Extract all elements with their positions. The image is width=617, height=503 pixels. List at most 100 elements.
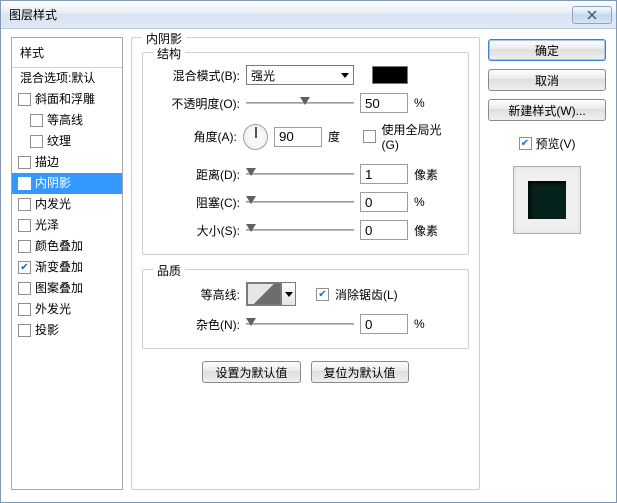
choke-unit: %: [414, 195, 444, 209]
noise-input[interactable]: [360, 314, 408, 334]
sidebar-item-label: 等高线: [47, 113, 83, 128]
choke-input[interactable]: [360, 192, 408, 212]
noise-row: 杂色(N): %: [155, 314, 456, 334]
sidebar-item-checkbox[interactable]: [18, 93, 31, 106]
sidebar-item-label: 内发光: [35, 197, 71, 212]
sidebar-item[interactable]: 内阴影: [12, 173, 122, 194]
sidebar-item-checkbox[interactable]: [18, 261, 31, 274]
preview-label: 预览(V): [536, 135, 576, 152]
preview-checkbox[interactable]: [519, 137, 532, 150]
noise-unit: %: [414, 317, 444, 331]
sidebar-item-checkbox[interactable]: [18, 177, 31, 190]
sidebar-item-label: 纹理: [47, 134, 71, 149]
sidebar-item-label: 图案叠加: [35, 281, 83, 296]
antialias-label: 消除锯齿(L): [335, 286, 398, 303]
sidebar-item-checkbox[interactable]: [30, 114, 43, 127]
sidebar-item[interactable]: 颜色叠加: [12, 236, 122, 257]
new-style-button[interactable]: 新建样式(W)...: [488, 99, 606, 121]
sidebar-item-checkbox[interactable]: [18, 156, 31, 169]
center-panel: 内阴影 结构 混合模式(B): 强光 不透明度(O):: [131, 37, 480, 490]
sidebar-item-checkbox[interactable]: [18, 303, 31, 316]
opacity-label: 不透明度(O):: [155, 95, 240, 112]
quality-group: 品质 等高线: 消除锯齿(L) 杂色(N):: [142, 269, 469, 349]
sidebar-item-label: 投影: [35, 323, 59, 338]
effect-group: 内阴影 结构 混合模式(B): 强光 不透明度(O):: [131, 37, 480, 490]
chevron-down-icon: [341, 73, 349, 78]
choke-label: 阻塞(C):: [155, 194, 240, 211]
sidebar-item-label: 内阴影: [35, 176, 71, 191]
global-light-checkbox[interactable]: [363, 130, 376, 143]
contour-row: 等高线: 消除锯齿(L): [155, 282, 456, 306]
sidebar-item[interactable]: 纹理: [12, 131, 122, 152]
structure-group: 结构 混合模式(B): 强光 不透明度(O):: [142, 52, 469, 255]
blend-mode-combo[interactable]: 强光: [246, 65, 354, 85]
sidebar-item-checkbox[interactable]: [18, 240, 31, 253]
size-unit: 像素: [414, 222, 444, 239]
sidebar-item[interactable]: 投影: [12, 320, 122, 341]
close-button[interactable]: [572, 6, 612, 24]
sidebar-item-checkbox[interactable]: [18, 324, 31, 337]
sidebar-item[interactable]: 外发光: [12, 299, 122, 320]
sidebar-item[interactable]: 内发光: [12, 194, 122, 215]
opacity-unit: %: [414, 96, 444, 110]
sidebar-item[interactable]: 图案叠加: [12, 278, 122, 299]
defaults-row: 设置为默认值 复位为默认值: [142, 361, 469, 383]
sidebar-item[interactable]: 光泽: [12, 215, 122, 236]
noise-slider[interactable]: [246, 315, 354, 333]
angle-input[interactable]: [274, 127, 322, 147]
global-light-label: 使用全局光(G): [382, 121, 457, 152]
close-icon: [586, 10, 598, 20]
distance-row: 距离(D): 像素: [155, 164, 456, 184]
sidebar-item-label: 光泽: [35, 218, 59, 233]
make-default-button[interactable]: 设置为默认值: [202, 361, 300, 383]
sidebar-item-checkbox[interactable]: [30, 135, 43, 148]
preview-row: 预览(V): [488, 135, 606, 152]
angle-row: 角度(A): 度 使用全局光(G): [155, 121, 456, 152]
preview-swatch: [528, 181, 566, 219]
choke-slider[interactable]: [246, 193, 354, 211]
contour-icon: [247, 283, 281, 305]
angle-dial[interactable]: [243, 124, 268, 150]
reset-default-button[interactable]: 复位为默认值: [311, 361, 409, 383]
choke-row: 阻塞(C): %: [155, 192, 456, 212]
chevron-down-icon: [281, 283, 295, 305]
distance-label: 距离(D):: [155, 166, 240, 183]
blend-options-row[interactable]: 混合选项:默认: [12, 68, 122, 89]
layer-style-dialog: 图层样式 样式 混合选项:默认 斜面和浮雕等高线纹理描边内阴影内发光光泽颜色叠加…: [0, 0, 617, 503]
contour-picker[interactable]: [246, 282, 296, 306]
sidebar-item[interactable]: 等高线: [12, 110, 122, 131]
antialias-checkbox[interactable]: [316, 288, 329, 301]
opacity-slider[interactable]: [246, 94, 354, 112]
distance-input[interactable]: [360, 164, 408, 184]
contour-label: 等高线:: [155, 286, 240, 303]
quality-legend: 品质: [153, 262, 185, 279]
window-title: 图层样式: [9, 6, 57, 23]
sidebar-item-label: 外发光: [35, 302, 71, 317]
angle-unit: 度: [328, 128, 357, 145]
sidebar-item[interactable]: 描边: [12, 152, 122, 173]
sidebar-item-checkbox[interactable]: [18, 219, 31, 232]
sidebar-item-label: 描边: [35, 155, 59, 170]
size-row: 大小(S): 像素: [155, 220, 456, 240]
sidebar-item-checkbox[interactable]: [18, 198, 31, 211]
blend-mode-value: 强光: [251, 67, 275, 84]
sidebar-item[interactable]: 斜面和浮雕: [12, 89, 122, 110]
distance-slider[interactable]: [246, 165, 354, 183]
opacity-input[interactable]: [360, 93, 408, 113]
blend-mode-label: 混合模式(B):: [155, 67, 240, 84]
sidebar-item-checkbox[interactable]: [18, 282, 31, 295]
distance-unit: 像素: [414, 166, 444, 183]
titlebar: 图层样式: [1, 1, 616, 29]
ok-button[interactable]: 确定: [488, 39, 606, 61]
dialog-body: 样式 混合选项:默认 斜面和浮雕等高线纹理描边内阴影内发光光泽颜色叠加渐变叠加图…: [1, 29, 616, 502]
preview-box: [513, 166, 581, 234]
size-slider[interactable]: [246, 221, 354, 239]
structure-legend: 结构: [153, 45, 185, 62]
opacity-row: 不透明度(O): %: [155, 93, 456, 113]
size-input[interactable]: [360, 220, 408, 240]
cancel-button[interactable]: 取消: [488, 69, 606, 91]
shadow-color-swatch[interactable]: [372, 66, 408, 84]
styles-list: 样式 混合选项:默认 斜面和浮雕等高线纹理描边内阴影内发光光泽颜色叠加渐变叠加图…: [11, 37, 123, 490]
sidebar-item[interactable]: 渐变叠加: [12, 257, 122, 278]
blend-mode-row: 混合模式(B): 强光: [155, 65, 456, 85]
